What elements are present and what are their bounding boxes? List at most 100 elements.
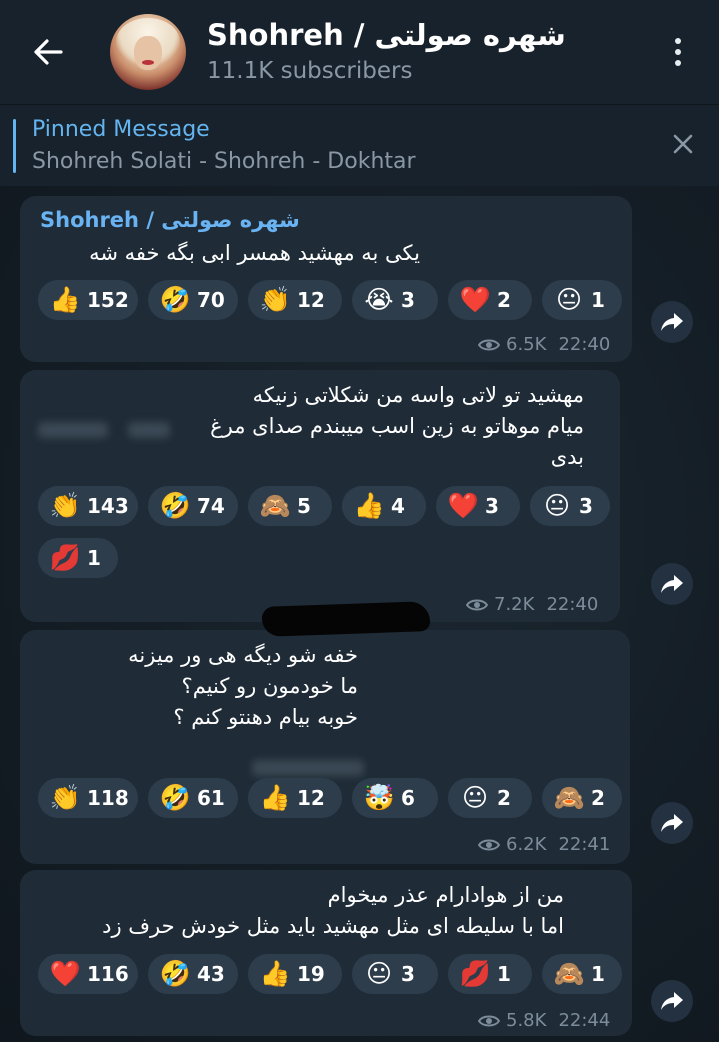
channel-header: Shohreh / شهره صولتی 11.1K subscribers xyxy=(0,0,719,104)
pinned-indicator xyxy=(13,119,16,173)
eye-icon xyxy=(478,839,500,850)
neutral-face-icon: 😐 xyxy=(543,491,571,520)
exploding-head-icon: 🤯 xyxy=(363,783,395,812)
heart-icon: ❤️ xyxy=(447,491,479,520)
reaction-chip[interactable]: 🤣 43 xyxy=(148,954,238,994)
thumbs-up-icon: 👍 xyxy=(353,491,385,520)
rofl-icon: 🤣 xyxy=(159,783,191,812)
reaction-chip[interactable]: 😐 3 xyxy=(352,954,438,994)
message-bubble[interactable]: مهشید تو لاتی واسه من شکلاتی زنیکه میام … xyxy=(20,370,620,622)
subscriber-count: 11.1K subscribers xyxy=(207,58,413,84)
clap-icon: 👏 xyxy=(259,285,291,314)
clap-icon: 👏 xyxy=(49,783,81,812)
reaction-chip[interactable]: 👍 19 xyxy=(248,954,342,994)
rofl-icon: 🤣 xyxy=(159,285,191,314)
view-count: 6.2K xyxy=(506,834,547,855)
rofl-icon: 🤣 xyxy=(159,491,191,520)
channel-title[interactable]: Shohreh / شهره صولتی xyxy=(207,18,566,52)
reaction-chip[interactable]: ❤️ 2 xyxy=(448,280,532,320)
message-text: مهشید تو لاتی واسه من شکلاتی زنیکه میام … xyxy=(210,383,584,469)
reaction-chip[interactable]: 🙈 1 xyxy=(542,954,622,994)
neutral-face-icon: 😐 xyxy=(365,959,393,988)
neutral-face-icon: 😐 xyxy=(461,783,489,812)
thumbs-up-icon: 👍 xyxy=(259,959,291,988)
eye-icon xyxy=(466,599,488,610)
more-menu-button[interactable] xyxy=(660,30,696,74)
reaction-chip[interactable]: ❤️ 3 xyxy=(436,486,520,526)
reaction-chip[interactable]: 😐 1 xyxy=(542,280,622,320)
reaction-chip[interactable]: 👍 152 xyxy=(38,280,138,320)
reaction-chip[interactable]: 😭 3 xyxy=(352,280,438,320)
share-button[interactable] xyxy=(651,980,693,1022)
reaction-chip[interactable]: 👏 12 xyxy=(248,280,342,320)
message-bubble[interactable]: من از هوادارام عذر میخوام اما با سلیطه ا… xyxy=(20,870,632,1036)
thumbs-up-icon: 👍 xyxy=(259,783,291,812)
share-arrow-icon xyxy=(661,575,683,593)
heart-icon: ❤️ xyxy=(49,959,81,988)
rofl-icon: 🤣 xyxy=(159,959,191,988)
reaction-chip[interactable]: 💋 1 xyxy=(38,538,118,578)
reaction-chip[interactable]: 😐 2 xyxy=(448,778,532,818)
share-button[interactable] xyxy=(651,563,693,605)
close-icon xyxy=(673,134,693,154)
channel-avatar[interactable] xyxy=(110,14,186,90)
see-no-evil-monkey-icon: 🙈 xyxy=(553,783,585,812)
message-sender[interactable]: Shohreh / شهره صولتی xyxy=(40,208,300,232)
view-count: 7.2K xyxy=(494,594,535,615)
arrow-left-icon xyxy=(34,39,63,65)
message-meta: 5.8K 22:44 xyxy=(478,1010,610,1031)
share-arrow-icon xyxy=(661,992,683,1010)
message-meta: 7.2K 22:40 xyxy=(466,594,598,615)
eye-icon xyxy=(478,339,500,350)
message-text: یکی به مهشید همسر ابی بگه خفه شه xyxy=(89,241,420,265)
redacted-text xyxy=(128,422,170,438)
neutral-face-icon: 😐 xyxy=(555,285,583,314)
eye-icon xyxy=(478,1015,500,1026)
reaction-chip[interactable]: 👍 4 xyxy=(342,486,426,526)
pinned-message-bar[interactable]: Pinned Message Shohreh Solati - Shohreh … xyxy=(0,104,719,186)
reaction-chip[interactable]: ❤️ 116 xyxy=(38,954,138,994)
crying-face-icon: 😭 xyxy=(364,285,394,314)
reaction-chip[interactable]: 🤣 70 xyxy=(148,280,238,320)
message-bubble[interactable]: Shohreh / شهره صولتی یکی به مهشید همسر ا… xyxy=(20,196,632,362)
kiss-mark-icon: 💋 xyxy=(459,959,491,988)
redaction-scribble xyxy=(261,601,431,637)
share-button[interactable] xyxy=(651,802,693,844)
reaction-chip[interactable]: 😐 3 xyxy=(530,486,610,526)
kiss-mark-icon: 💋 xyxy=(49,543,81,572)
message-time: 22:44 xyxy=(558,1010,611,1031)
message-bubble[interactable]: خفه شو دیگه هی ور میزنه ما خودمون رو کنی… xyxy=(20,630,630,864)
message-meta: 6.2K 22:41 xyxy=(478,834,610,855)
close-pinned-button[interactable] xyxy=(666,127,700,161)
message-meta: 6.5K 22:40 xyxy=(478,334,610,355)
view-count: 5.8K xyxy=(506,1010,547,1031)
clap-icon: 👏 xyxy=(49,491,81,520)
message-time: 22:41 xyxy=(558,834,611,855)
reaction-chip[interactable]: 🙈 5 xyxy=(248,486,332,526)
reaction-chip[interactable]: 🤣 74 xyxy=(148,486,238,526)
reaction-chip[interactable]: 🤣 61 xyxy=(148,778,238,818)
back-button[interactable] xyxy=(22,30,74,74)
see-no-evil-monkey-icon: 🙈 xyxy=(259,491,291,520)
reaction-chip[interactable]: 👍 12 xyxy=(248,778,342,818)
message-text: من از هوادارام عذر میخوام اما با سلیطه ا… xyxy=(102,883,564,938)
pinned-title: Pinned Message xyxy=(32,117,210,142)
see-no-evil-monkey-icon: 🙈 xyxy=(553,959,585,988)
reaction-chip[interactable]: 💋 1 xyxy=(448,954,532,994)
redacted-text xyxy=(38,422,108,438)
view-count: 6.5K xyxy=(506,334,547,355)
reaction-chip[interactable]: 🙈 2 xyxy=(542,778,622,818)
message-time: 22:40 xyxy=(546,594,599,615)
redacted-text xyxy=(252,760,364,776)
more-vertical-icon xyxy=(675,38,681,44)
share-arrow-icon xyxy=(661,814,683,832)
message-time: 22:40 xyxy=(558,334,611,355)
share-arrow-icon xyxy=(661,313,683,331)
share-button[interactable] xyxy=(651,301,693,343)
message-text: خفه شو دیگه هی ور میزنه ما خودمون رو کنی… xyxy=(128,643,358,729)
heart-icon: ❤️ xyxy=(459,285,491,314)
thumbs-up-icon: 👍 xyxy=(49,285,81,314)
reaction-chip[interactable]: 🤯 6 xyxy=(352,778,438,818)
reaction-chip[interactable]: 👏 118 xyxy=(38,778,138,818)
reaction-chip[interactable]: 👏 143 xyxy=(38,486,138,526)
